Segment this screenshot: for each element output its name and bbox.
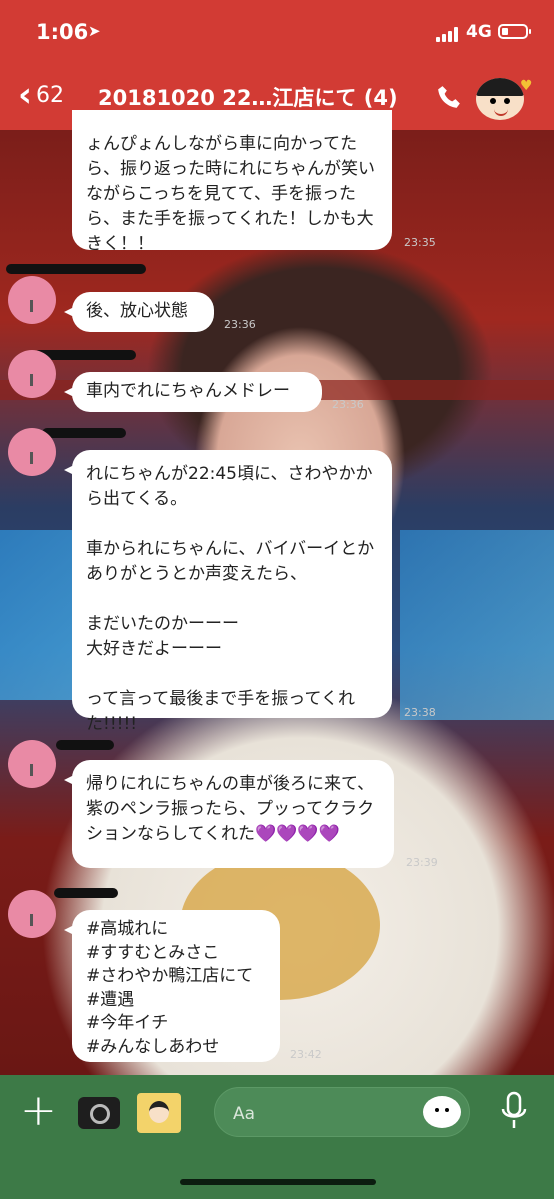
input-bar: +: [0, 1075, 554, 1199]
home-indicator[interactable]: [180, 1179, 376, 1185]
message-timestamp: 23:39: [406, 856, 438, 869]
avatar[interactable]: [8, 350, 56, 398]
microphone-icon[interactable]: [500, 1091, 528, 1131]
redacted-username: [42, 428, 126, 438]
plus-icon[interactable]: +: [20, 1089, 57, 1133]
phone-icon[interactable]: [436, 84, 462, 110]
heart-icon: ♥: [520, 78, 533, 94]
message-timestamp: 23:38: [404, 706, 436, 719]
message-timestamp: 23:35: [404, 236, 436, 249]
chat-title[interactable]: 20181020 22…江店にて (4): [98, 82, 398, 112]
network-type: 4G: [466, 22, 492, 42]
emoji-sticker-icon[interactable]: [423, 1096, 461, 1128]
status-bar: 1:06 ➤ 4G: [0, 0, 554, 68]
redacted-username: [54, 888, 118, 898]
redacted-username: [6, 264, 146, 274]
battery-low-icon: [498, 24, 531, 39]
back-button[interactable]: ‹ 62: [18, 78, 64, 112]
signal-bars-icon: [436, 26, 462, 42]
shinchan-avatar-icon[interactable]: [476, 78, 524, 120]
message-bubble[interactable]: 車内でれにちゃんメドレー: [64, 372, 322, 412]
avatar[interactable]: [8, 428, 56, 476]
avatar[interactable]: [8, 276, 56, 324]
message-timestamp: 23:36: [224, 318, 256, 331]
message-input[interactable]: [231, 1098, 415, 1130]
message-bubble[interactable]: 帰りにれにちゃんの車が後ろに来て、紫のペンラ振ったら、プッってクラクションならし…: [64, 760, 394, 868]
background-window: [400, 530, 554, 720]
status-time: 1:06: [36, 20, 89, 44]
message-bubble[interactable]: れにちゃんが22:45頃に、さわやかから出てくる。 車かられにちゃんに、バイバー…: [64, 450, 392, 734]
photo-sticker-icon[interactable]: [137, 1093, 181, 1133]
avatar[interactable]: [8, 740, 56, 788]
message-bubble[interactable]: ょんぴょんしながら車に向かってたら、振り返った時にれにちゃんが笑いながらこっちを…: [72, 110, 392, 254]
location-arrow-icon: ➤: [88, 22, 101, 40]
message-timestamp: 23:36: [332, 398, 364, 411]
message-timestamp: 23:42: [290, 1048, 322, 1061]
message-input-container[interactable]: [214, 1087, 470, 1137]
redacted-username: [56, 740, 114, 750]
message-bubble[interactable]: 後、放心状態: [64, 292, 214, 332]
message-bubble[interactable]: #高城れに #すすむとみさこ #さわやか鴨江店にて #遭遇 #今年イチ #みんな…: [64, 910, 280, 1062]
camera-icon[interactable]: [78, 1097, 120, 1129]
chevron-left-icon: ‹: [18, 75, 33, 115]
unread-count: 62: [36, 82, 65, 108]
avatar[interactable]: [8, 890, 56, 938]
